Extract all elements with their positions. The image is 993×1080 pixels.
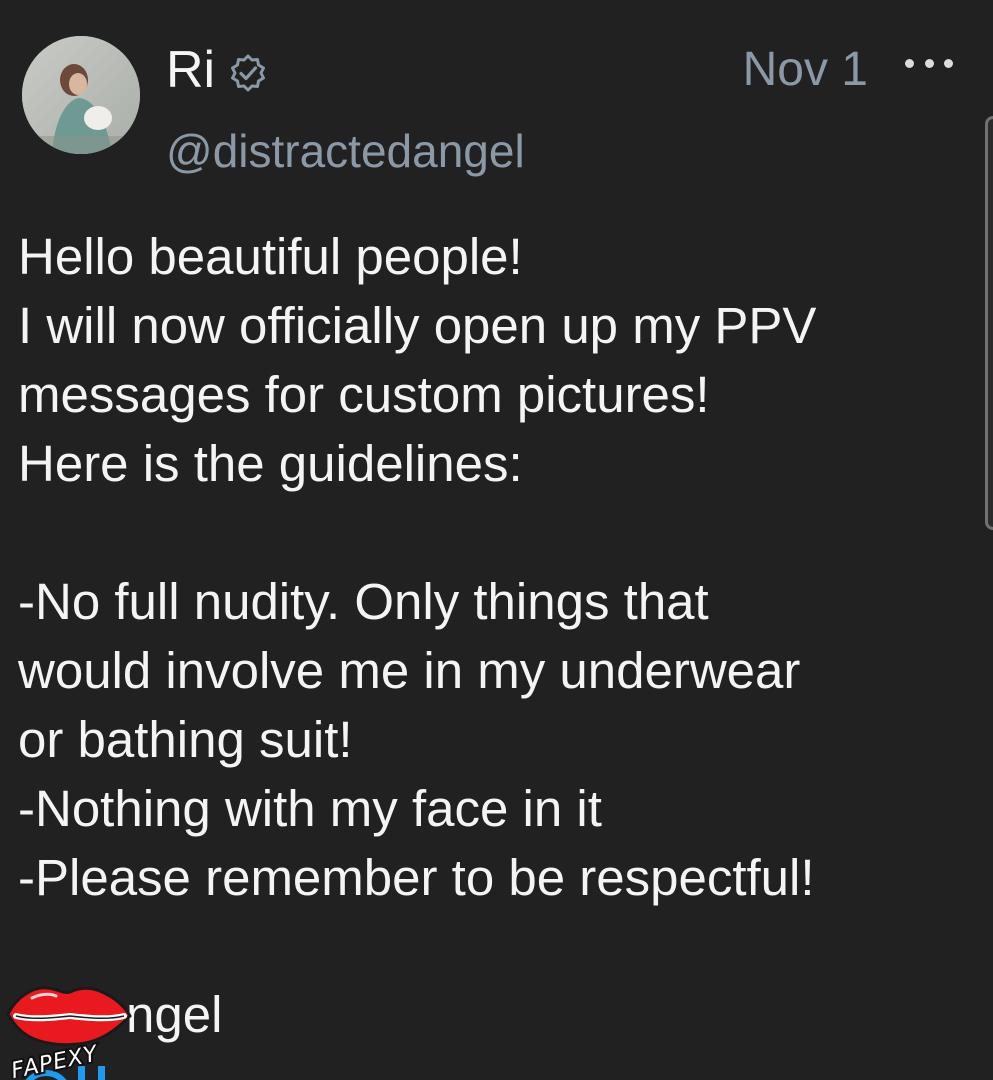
post-text-blank-line: [18, 498, 968, 567]
signature-text: ngel: [126, 986, 223, 1043]
display-name[interactable]: Ri: [166, 40, 215, 100]
post-text-line: -Please remember to be respectful!: [18, 849, 815, 906]
more-horizontal-icon-dot: [924, 58, 934, 68]
post-text-line: Hello beautiful people!: [18, 228, 523, 285]
verified-badge-icon: [231, 54, 265, 92]
watermark-logo: FAPEXY: [6, 986, 132, 1078]
red-lips-icon: [6, 986, 132, 1047]
svg-text:FAPEXY: FAPEXY: [9, 1041, 101, 1078]
post-text-line: I will now officially open up my PPV: [18, 297, 817, 354]
post-text-line: -No full nudity. Only things that: [18, 573, 709, 630]
post-text-line: would involve me in my underwear: [18, 642, 801, 699]
user-handle[interactable]: @distractedangel: [166, 123, 525, 179]
more-horizontal-icon-dot: [905, 58, 914, 68]
post-text-line: messages for custom pictures!: [18, 366, 710, 423]
post-header: Ri @distractedangel Nov 1: [0, 0, 993, 200]
post-text-line: -Nothing with my face in it: [18, 780, 602, 837]
post-text-line: or bathing suit!: [18, 711, 353, 768]
post-text-line: Here is the guidelines:: [18, 435, 523, 492]
avatar[interactable]: [22, 36, 140, 154]
post-date[interactable]: Nov 1: [743, 40, 868, 100]
more-horizontal-icon-dot: [944, 58, 953, 68]
post-text: Hello beautiful people! I will now offic…: [18, 222, 968, 912]
scroll-handle[interactable]: [985, 116, 993, 530]
avatar-photo: [22, 36, 140, 154]
more-options-button[interactable]: [905, 46, 953, 80]
